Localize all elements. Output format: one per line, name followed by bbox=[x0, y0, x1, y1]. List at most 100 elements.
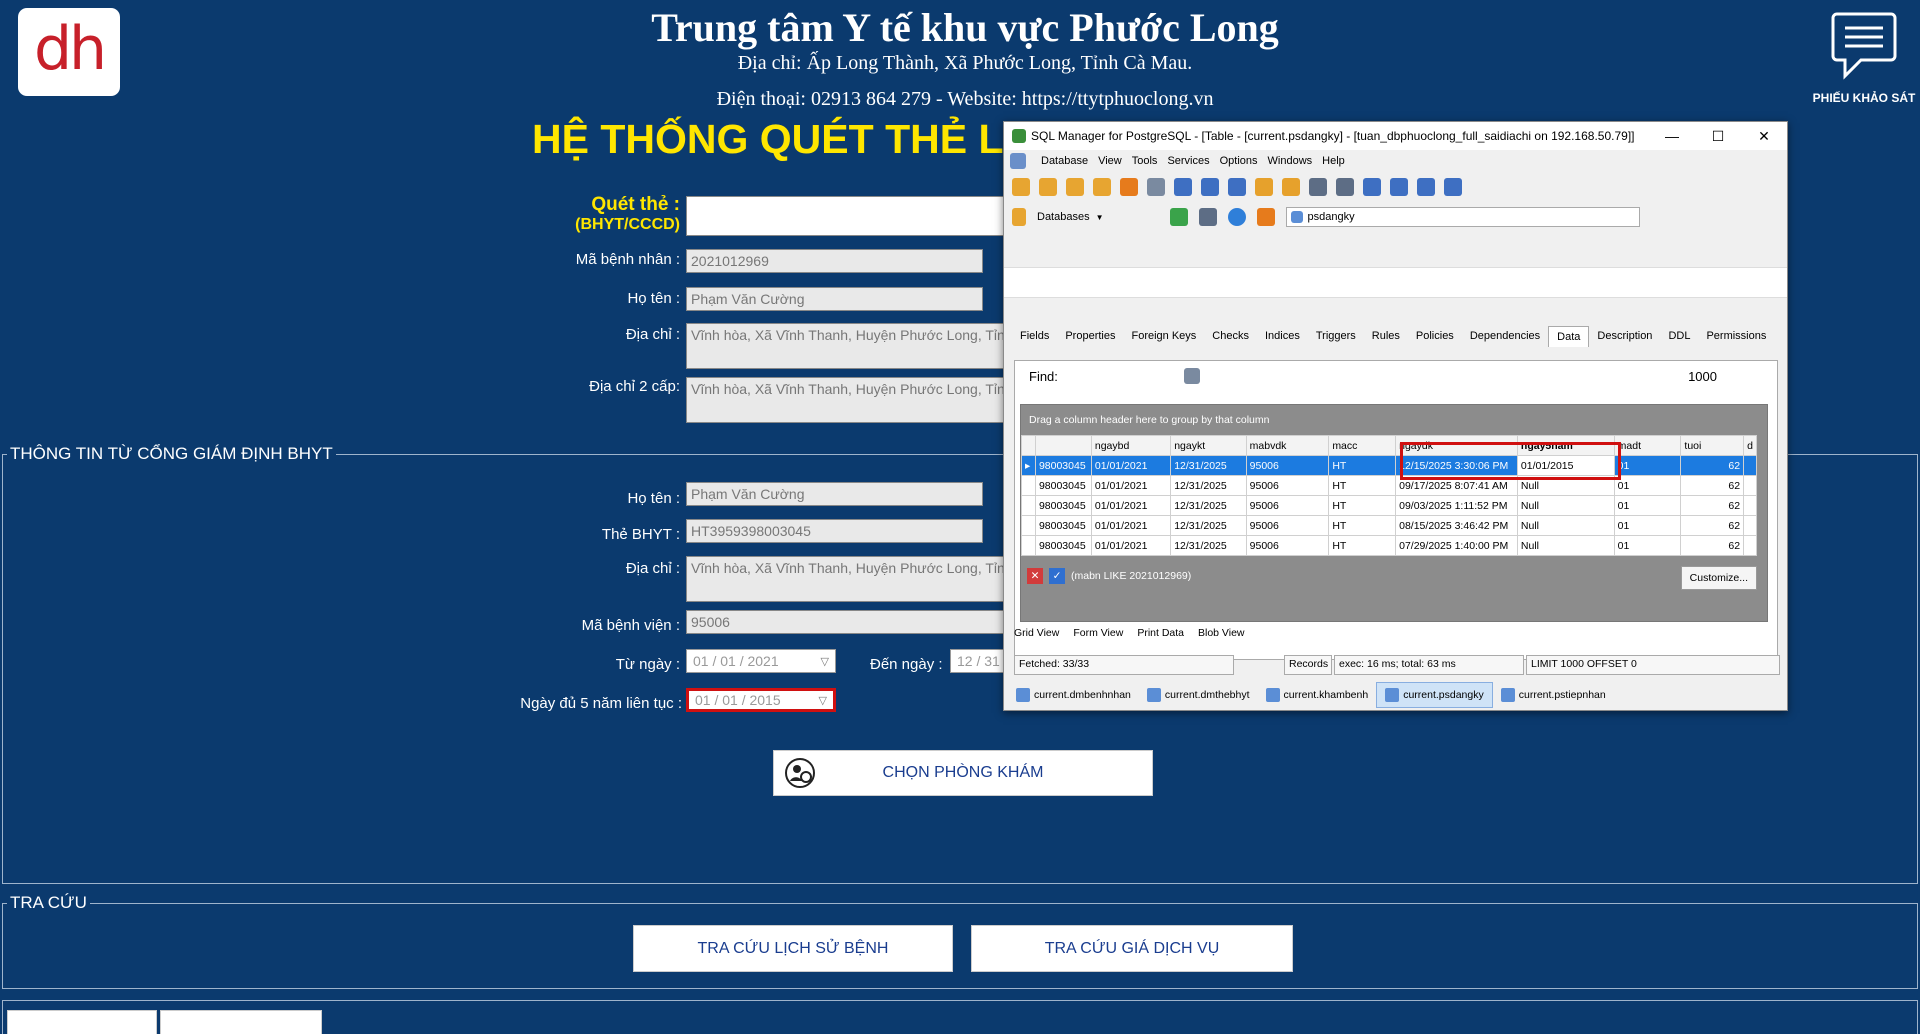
tab-dependencies[interactable]: Dependencies bbox=[1462, 326, 1548, 347]
table-row[interactable]: 98003045 01/01/2021 12/31/2025 95006 HT 08/15… bbox=[1021, 515, 1757, 536]
object-selector[interactable]: psdangky bbox=[1285, 207, 1640, 227]
close-button[interactable]: ✕ bbox=[1741, 128, 1787, 145]
print-data-tab[interactable]: Print Data bbox=[1137, 627, 1184, 639]
tab-permissions[interactable]: Permissions bbox=[1698, 326, 1774, 347]
table-row[interactable]: 98003045 01/01/2021 12/31/2025 95006 HT 09/17… bbox=[1021, 475, 1757, 496]
users-icon[interactable] bbox=[1390, 178, 1408, 196]
menu-options[interactable]: Options bbox=[1220, 155, 1258, 167]
price-lookup-button[interactable]: TRA CỨU GIÁ DỊCH VỤ bbox=[971, 925, 1293, 972]
menu-help[interactable]: Help bbox=[1322, 155, 1345, 167]
patient-id-field[interactable]: 2021012969 bbox=[686, 249, 983, 273]
sql-manager-window[interactable]: SQL Manager for PostgreSQL - [Table - [c… bbox=[1003, 121, 1788, 711]
tab-dmthebhyt[interactable]: current.dmthebhyt bbox=[1139, 682, 1258, 708]
tab-checks[interactable]: Checks bbox=[1204, 326, 1257, 347]
user-clock-icon bbox=[785, 758, 815, 788]
data-table[interactable]: ngaybd ngaykt mabvdk macc ngaydk ngay5na… bbox=[1021, 435, 1757, 556]
refresh-icon[interactable] bbox=[1169, 208, 1188, 226]
help-icon[interactable] bbox=[1227, 208, 1246, 226]
filter-checkbox[interactable]: ✓ bbox=[1049, 568, 1065, 584]
tab-indices[interactable]: Indices bbox=[1257, 326, 1308, 347]
name-field[interactable]: Phạm Văn Cường bbox=[686, 287, 983, 311]
export-icon[interactable] bbox=[1228, 178, 1246, 196]
menu-windows[interactable]: Windows bbox=[1268, 155, 1313, 167]
bhyt-address-field[interactable]: Vĩnh hòa, Xã Vĩnh Thanh, Huyện Phước Lon… bbox=[686, 556, 1016, 602]
query-builder-icon[interactable] bbox=[1201, 178, 1219, 196]
name-label: Họ tên : bbox=[627, 290, 680, 307]
tab-data[interactable]: Data bbox=[1548, 326, 1590, 347]
window-titlebar[interactable]: SQL Manager for PostgreSQL - [Table - [c… bbox=[1004, 122, 1787, 150]
sql-editor-icon[interactable] bbox=[1174, 178, 1192, 196]
grants-icon[interactable] bbox=[1417, 178, 1435, 196]
tab-psdangky[interactable]: current.psdangky bbox=[1376, 682, 1493, 708]
menu-database[interactable]: Database bbox=[1041, 155, 1088, 167]
table-row[interactable]: ▸ 98003045 01/01/2021 12/31/2025 95006 HT 12/1… bbox=[1021, 455, 1757, 476]
tab-pstiepnhan[interactable]: current.pstiepnhan bbox=[1493, 682, 1614, 708]
choose-clinic-button[interactable]: CHỌN PHÒNG KHÁM bbox=[773, 750, 1153, 796]
col-d[interactable]: d bbox=[1743, 435, 1757, 456]
menu-services[interactable]: Services bbox=[1167, 155, 1209, 167]
col-ngaykt[interactable]: ngaykt bbox=[1170, 435, 1247, 456]
db-add-icon[interactable] bbox=[1012, 178, 1030, 196]
blob-view-tab[interactable]: Blob View bbox=[1198, 627, 1245, 639]
import-icon[interactable] bbox=[1255, 178, 1273, 196]
table-icon bbox=[1265, 688, 1280, 702]
tab-policies[interactable]: Policies bbox=[1408, 326, 1462, 347]
bhyt-card-field[interactable]: HT3959398003045 bbox=[686, 519, 983, 543]
hospital-field[interactable]: 95006 bbox=[686, 610, 1016, 634]
customize-button[interactable]: Customize... bbox=[1680, 566, 1757, 590]
limit-spinner[interactable]: 1000 bbox=[1688, 369, 1717, 384]
window-icon[interactable] bbox=[1444, 178, 1462, 196]
settings-icon[interactable] bbox=[1256, 208, 1275, 226]
tab-properties[interactable]: Properties bbox=[1057, 326, 1123, 347]
scan-input[interactable] bbox=[686, 196, 1016, 236]
databases-dropdown[interactable]: Databases bbox=[1037, 211, 1090, 223]
bhyt-legend: THÔNG TIN TỪ CỔNG GIÁM ĐỊNH BHYT bbox=[7, 444, 336, 464]
db-register-icon[interactable] bbox=[1093, 178, 1111, 196]
table-row[interactable]: 98003045 01/01/2021 12/31/2025 95006 HT 09/03… bbox=[1021, 495, 1757, 516]
monitor-icon[interactable] bbox=[1147, 178, 1165, 196]
tab-description[interactable]: Description bbox=[1589, 326, 1660, 347]
minimize-button[interactable]: — bbox=[1649, 128, 1695, 145]
data-grid[interactable]: Drag a column header here to group by th… bbox=[1020, 404, 1768, 622]
chevron-down-icon: ▽ bbox=[820, 655, 829, 668]
bhyt-name-field[interactable]: Phạm Văn Cường bbox=[686, 482, 983, 506]
col-tuoi[interactable]: tuoi bbox=[1680, 435, 1745, 456]
tab-triggers[interactable]: Triggers bbox=[1308, 326, 1364, 347]
col-ngaybd[interactable]: ngaybd bbox=[1090, 435, 1172, 456]
db-edit-icon[interactable] bbox=[1039, 178, 1057, 196]
user-icon[interactable] bbox=[1363, 178, 1381, 196]
db-remove-icon[interactable] bbox=[1066, 178, 1084, 196]
menu-tools[interactable]: Tools bbox=[1132, 155, 1158, 167]
system-title: HỆ THỐNG QUÉT THẺ L bbox=[532, 116, 1004, 162]
from-date-picker[interactable]: 01 / 01 / 2021 ▽ bbox=[686, 649, 836, 673]
copy-db-icon[interactable] bbox=[1282, 178, 1300, 196]
tab-dmbenhnhan[interactable]: current.dmbenhnhan bbox=[1008, 682, 1139, 708]
tab-rules[interactable]: Rules bbox=[1364, 326, 1408, 347]
tab-foreign-keys[interactable]: Foreign Keys bbox=[1123, 326, 1204, 347]
clear-filter-icon[interactable]: ✕ bbox=[1027, 568, 1043, 584]
col-mabvdk[interactable]: mabvdk bbox=[1245, 435, 1330, 456]
bottom-tab-1[interactable] bbox=[7, 1010, 157, 1034]
col-macc[interactable]: macc bbox=[1328, 435, 1397, 456]
print-icon[interactable] bbox=[1309, 178, 1327, 196]
address2-field[interactable]: Vĩnh hòa, Xã Vĩnh Thanh, Huyện Phước Lon… bbox=[686, 377, 1016, 423]
bottom-tab-2[interactable] bbox=[160, 1010, 322, 1034]
report-icon[interactable] bbox=[1336, 178, 1354, 196]
history-lookup-button[interactable]: TRA CỨU LỊCH SỬ BỆNH bbox=[633, 925, 953, 972]
plugin-icon[interactable] bbox=[1120, 178, 1138, 196]
grid-view-tab[interactable]: Grid View bbox=[1014, 627, 1059, 639]
find-options-icon[interactable] bbox=[1183, 368, 1200, 384]
col-madt[interactable]: madt bbox=[1613, 435, 1682, 456]
menu-view[interactable]: View bbox=[1098, 155, 1122, 167]
form-view-tab[interactable]: Form View bbox=[1073, 627, 1123, 639]
print-data-icon[interactable] bbox=[1198, 208, 1217, 226]
table-row[interactable]: 98003045 01/01/2021 12/31/2025 95006 HT 07/29… bbox=[1021, 535, 1757, 556]
tab-ddl[interactable]: DDL bbox=[1660, 326, 1698, 347]
five-year-date-picker[interactable]: 01 / 01 / 2015 ▽ bbox=[686, 688, 836, 712]
maximize-button[interactable]: ☐ bbox=[1695, 128, 1741, 145]
tab-khambenh[interactable]: current.khambenh bbox=[1258, 682, 1377, 708]
address-field[interactable]: Vĩnh hòa, Xã Vĩnh Thanh, Huyện Phước Lon… bbox=[686, 323, 1016, 369]
col-mathe[interactable] bbox=[1034, 435, 1092, 456]
tab-fields[interactable]: Fields bbox=[1012, 326, 1057, 347]
survey-button[interactable]: PHIẾU KHẢO SÁT bbox=[1808, 10, 1920, 105]
